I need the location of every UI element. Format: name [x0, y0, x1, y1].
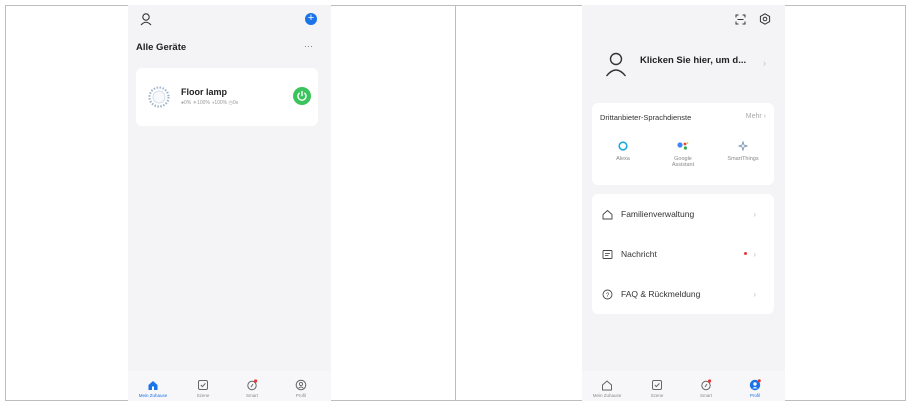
- chevron-right-icon: ›: [753, 289, 756, 299]
- menu-item-message[interactable]: Nachricht ›: [602, 244, 764, 264]
- nav-label-profile[interactable]: Profil: [281, 393, 321, 398]
- power-icon: [297, 90, 307, 101]
- menu-item-faq[interactable]: ? FAQ & Rückmeldung ›: [602, 284, 764, 304]
- panel-divider: [455, 5, 456, 401]
- smartthings-icon: [738, 141, 748, 151]
- voice-item-label: Google Assistant: [671, 156, 695, 168]
- voice-item-smartthings[interactable]: SmartThings: [720, 141, 766, 162]
- voice-services-title: Drittanbieter-Sprachdienste: [600, 113, 692, 122]
- unread-badge: [744, 252, 747, 255]
- device-status-line: ●0% ☀100% ◑100% ◷0s: [181, 100, 239, 106]
- device-card-floor-lamp[interactable]: Floor lamp ●0% ☀100% ◑100% ◷0s: [136, 68, 318, 126]
- menu-item-label: Familienverwaltung: [621, 209, 695, 219]
- menu-card: Familienverwaltung › Nachricht › ? FAQ &…: [592, 194, 774, 314]
- add-device-button[interactable]: +: [305, 13, 317, 25]
- power-button[interactable]: [293, 87, 311, 105]
- smart-icon[interactable]: [700, 379, 712, 391]
- settings-gear-icon[interactable]: [759, 13, 771, 25]
- more-label[interactable]: Mehr: [746, 113, 762, 120]
- voice-services-more-link[interactable]: Mehr ›: [746, 113, 766, 120]
- bottom-nav: Mein Zuhause Szene Smart Profil: [582, 371, 785, 401]
- more-dots-icon[interactable]: ···: [304, 41, 313, 51]
- home-outline-icon: [602, 209, 613, 219]
- home-icon[interactable]: [147, 379, 159, 391]
- nav-label-profile[interactable]: Profil: [735, 393, 775, 398]
- lamp-icon: [148, 86, 170, 108]
- login-prompt[interactable]: Klicken Sie hier, um d...: [640, 55, 746, 66]
- nav-label-home[interactable]: Mein Zuhause: [587, 393, 627, 398]
- chevron-right-icon: ›: [763, 113, 766, 120]
- left-phone-screen: + Alle Geräte ··· Floor lamp ●0% ☀100% ◑…: [128, 5, 331, 401]
- profile-icon[interactable]: [749, 379, 761, 391]
- scan-icon[interactable]: [735, 14, 746, 25]
- menu-item-label: Nachricht: [621, 249, 657, 259]
- voice-item-alexa[interactable]: Alexa: [600, 141, 646, 162]
- avatar-icon[interactable]: [604, 51, 628, 77]
- svg-text:?: ?: [606, 292, 610, 298]
- menu-item-family[interactable]: Familienverwaltung ›: [602, 204, 764, 224]
- nav-label-scene[interactable]: Szene: [183, 393, 223, 398]
- alexa-icon: [618, 141, 628, 151]
- home-icon[interactable]: [601, 379, 613, 391]
- scene-icon[interactable]: [651, 379, 663, 391]
- message-icon: [602, 249, 613, 259]
- nav-label-smart[interactable]: Smart: [686, 393, 726, 398]
- chevron-right-icon: ›: [753, 249, 756, 259]
- login-chevron-icon[interactable]: ›: [763, 58, 766, 68]
- nav-label-smart[interactable]: Smart: [232, 393, 272, 398]
- right-phone-screen: Klicken Sie hier, um d... › Drittanbiete…: [582, 5, 785, 401]
- page-title: Alle Geräte: [136, 42, 187, 53]
- voice-item-label: Alexa: [616, 156, 630, 162]
- device-name: Floor lamp: [181, 87, 228, 97]
- voice-item-google-assistant[interactable]: Google Assistant: [660, 141, 706, 168]
- voice-services-card: Drittanbieter-Sprachdienste Mehr › Alexa…: [592, 103, 774, 185]
- smart-icon[interactable]: [246, 379, 258, 391]
- nav-label-scene[interactable]: Szene: [637, 393, 677, 398]
- voice-item-label: SmartThings: [727, 156, 759, 162]
- scene-icon[interactable]: [197, 379, 209, 391]
- user-icon[interactable]: [139, 12, 153, 26]
- bottom-nav: Mein Zuhause Szene Smart Profil: [128, 371, 331, 401]
- google-assistant-icon: [677, 142, 689, 150]
- menu-item-label: FAQ & Rückmeldung: [621, 289, 701, 299]
- help-circle-icon: ?: [602, 289, 613, 299]
- nav-label-home[interactable]: Mein Zuhause: [133, 393, 173, 398]
- chevron-right-icon: ›: [753, 209, 756, 219]
- profile-icon[interactable]: [295, 379, 307, 391]
